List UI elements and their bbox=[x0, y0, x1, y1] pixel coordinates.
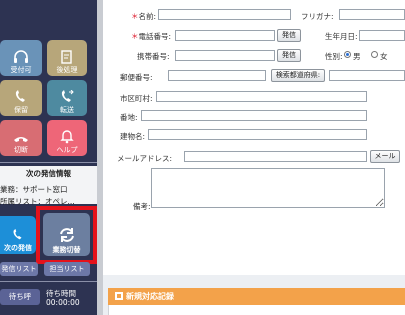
name-input[interactable] bbox=[158, 9, 291, 20]
phone-icon bbox=[13, 228, 22, 240]
email-input[interactable] bbox=[184, 151, 367, 162]
new-record-panel-body bbox=[108, 305, 405, 315]
new-record-title: 新規対応記録 bbox=[126, 292, 174, 301]
address-label: 番地: bbox=[120, 113, 138, 122]
phone-input[interactable] bbox=[175, 30, 275, 41]
document-edit-icon bbox=[61, 50, 72, 64]
birthday-input[interactable] bbox=[359, 30, 405, 41]
help-label: ヘルプ bbox=[56, 146, 78, 154]
bell-icon bbox=[60, 130, 74, 144]
hangup-icon bbox=[14, 137, 28, 142]
gender-female-radio[interactable] bbox=[371, 51, 378, 58]
phone-label: ＊電話番号: bbox=[131, 32, 172, 41]
gender-female-label: 女 bbox=[380, 52, 388, 61]
mobile-input[interactable] bbox=[175, 50, 275, 61]
square-icon bbox=[115, 292, 123, 300]
ready-button[interactable]: 受付可 bbox=[0, 40, 42, 76]
highlight-frame bbox=[36, 206, 97, 264]
furigana-label: フリガナ: bbox=[301, 12, 334, 21]
after-call-work-label: 後処理 bbox=[56, 66, 78, 74]
prefecture-input[interactable] bbox=[329, 70, 405, 81]
waiting-calls-button[interactable]: 待ち呼 bbox=[0, 289, 40, 305]
prefecture-search-button[interactable]: 検索都道府県: bbox=[271, 69, 325, 82]
sidebar-divider bbox=[0, 162, 97, 163]
phone-call-button[interactable]: 発信 bbox=[277, 29, 301, 42]
call-list-button[interactable]: 発信リスト bbox=[0, 262, 38, 276]
ready-label: 受付可 bbox=[10, 66, 32, 74]
gender-male-radio[interactable] bbox=[344, 51, 351, 58]
next-call-label: 次の発信 bbox=[4, 244, 32, 252]
transfer-button[interactable]: 転送 bbox=[47, 80, 87, 116]
hangup-button[interactable]: 切断 bbox=[0, 120, 42, 156]
help-button[interactable]: ヘルプ bbox=[47, 120, 87, 156]
furigana-input[interactable] bbox=[339, 9, 405, 20]
hangup-label: 切断 bbox=[14, 146, 28, 154]
notes-textarea[interactable] bbox=[151, 168, 385, 208]
next-call-heading: 次の発信情報 bbox=[26, 169, 71, 178]
city-label: 市区町村: bbox=[120, 94, 153, 103]
gender-label: 性別: bbox=[325, 52, 343, 61]
building-input[interactable] bbox=[148, 129, 367, 140]
email-label: メールアドレス: bbox=[117, 154, 173, 163]
phone-transfer-icon bbox=[61, 90, 74, 102]
wait-time-value: 00:00:00 bbox=[46, 298, 80, 307]
hold-label: 保留 bbox=[14, 106, 28, 114]
notes-label: 備考: bbox=[133, 202, 151, 211]
birthday-label: 生年月日: bbox=[325, 32, 358, 41]
postal-label: 郵便番号: bbox=[120, 73, 153, 82]
hold-button[interactable]: 保留 bbox=[0, 80, 42, 116]
customer-form: ＊名前: フリガナ: ＊電話番号: 発信 生年月日: 携帯番号: 発信 性別: … bbox=[103, 0, 405, 275]
mobile-label: 携帯番号: bbox=[137, 52, 170, 61]
postal-input[interactable] bbox=[168, 70, 266, 81]
headset-icon bbox=[14, 50, 28, 63]
sidebar-divider bbox=[0, 281, 97, 282]
phone-hold-icon bbox=[15, 90, 25, 102]
after-call-work-button[interactable]: 後処理 bbox=[47, 40, 87, 76]
assigned-list-button[interactable]: 担当リスト bbox=[44, 262, 90, 276]
mobile-call-button[interactable]: 発信 bbox=[277, 49, 301, 62]
city-input[interactable] bbox=[156, 91, 367, 102]
name-label: ＊名前: bbox=[131, 12, 157, 21]
next-call-business: 業務：サポート窓口 bbox=[0, 185, 68, 194]
send-mail-button[interactable]: メール bbox=[370, 150, 400, 163]
gender-male-label: 男 bbox=[353, 52, 361, 61]
address-input[interactable] bbox=[141, 110, 367, 121]
building-label: 建物名: bbox=[120, 132, 146, 141]
next-call-button[interactable]: 次の発信 bbox=[0, 216, 36, 254]
new-record-panel-header[interactable]: 新規対応記録 bbox=[108, 288, 405, 305]
transfer-label: 転送 bbox=[60, 106, 74, 114]
